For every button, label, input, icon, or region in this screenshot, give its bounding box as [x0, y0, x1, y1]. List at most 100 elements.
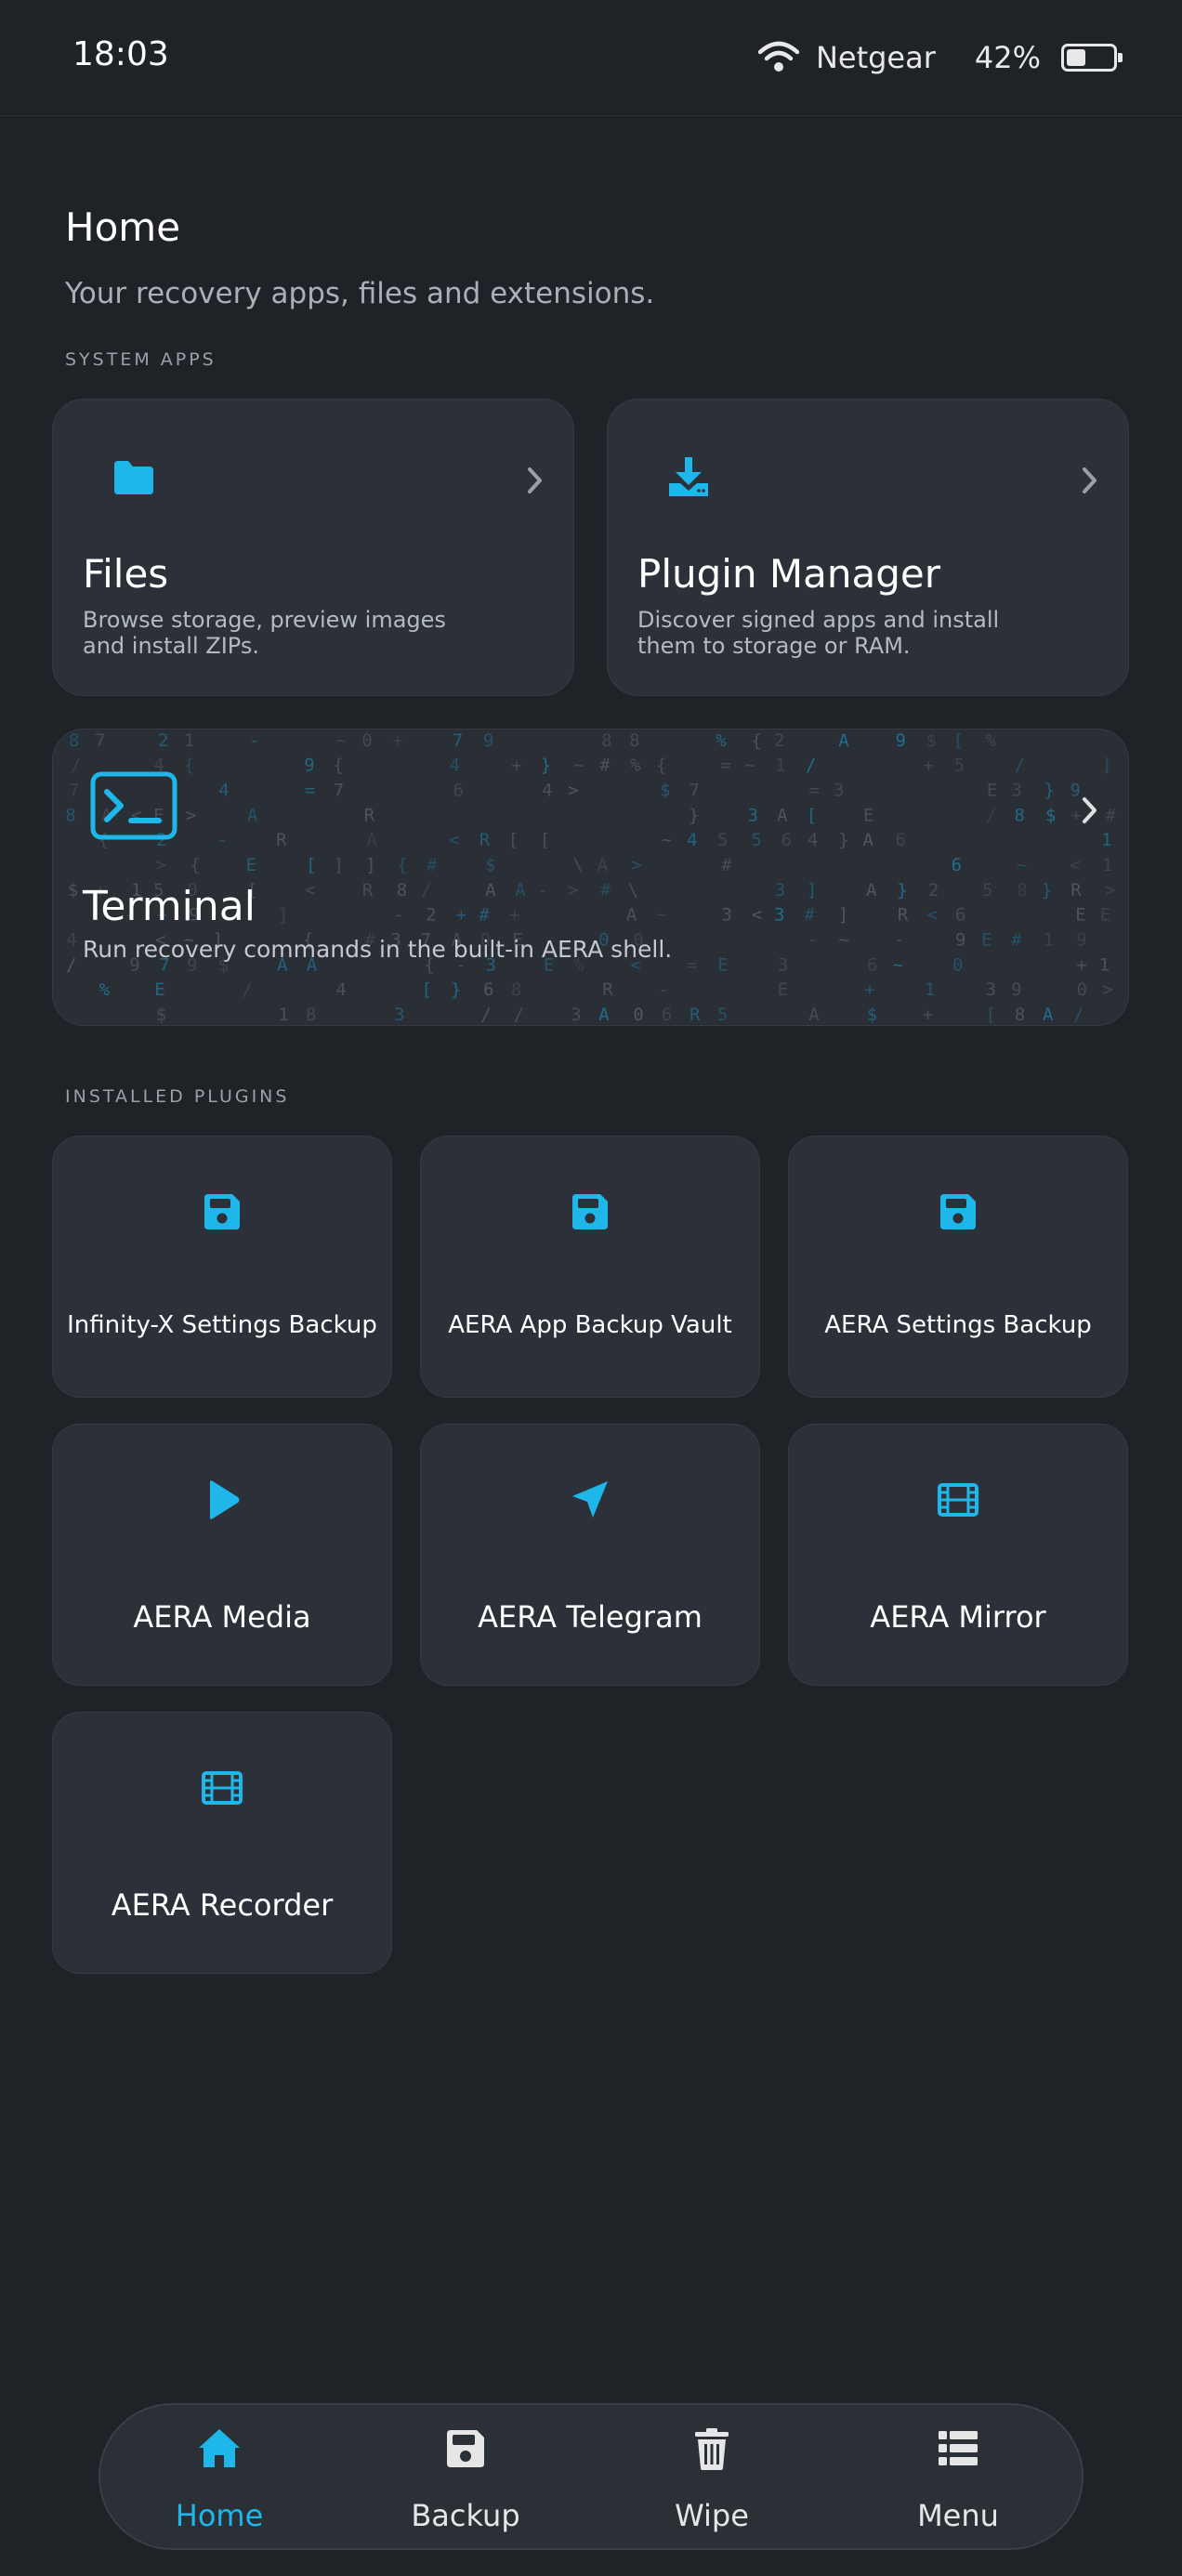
trash-icon: [695, 2428, 729, 2470]
svg-text:=: =: [305, 781, 315, 801]
svg-text:#: #: [721, 855, 732, 875]
svg-text:8: 8: [65, 805, 75, 825]
svg-text:/: /: [1015, 756, 1025, 776]
svg-text:2: 2: [426, 905, 436, 926]
svg-text:#: #: [1011, 930, 1022, 951]
svg-text:-: -: [808, 930, 818, 951]
plugin-manager-title: Plugin Manager: [637, 551, 941, 597]
svg-text:5: 5: [717, 1005, 728, 1025]
svg-text:A: A: [626, 905, 637, 926]
svg-text:4: 4: [335, 979, 346, 1000]
svg-text:\: \: [573, 855, 584, 875]
svg-text:1: 1: [1102, 855, 1112, 875]
svg-text:%: %: [99, 979, 111, 1000]
svg-text:A: A: [247, 805, 258, 825]
nav-item-wipe[interactable]: Wipe: [610, 2405, 814, 2548]
nav-item-home[interactable]: Home: [117, 2405, 322, 2548]
svg-text:/: /: [66, 954, 76, 975]
plugin-card-aera-telegram[interactable]: AERA Telegram: [420, 1424, 760, 1686]
svg-text:{: {: [333, 756, 343, 776]
svg-text:8: 8: [629, 730, 639, 751]
svg-text:R: R: [479, 830, 491, 850]
svg-text:#: #: [479, 905, 490, 926]
files-description: Browse storage, preview images and insta…: [83, 607, 510, 659]
svg-text:4: 4: [687, 830, 697, 850]
matrix-background: 8 7 2 1- ~0 +7 9 8 8%{2 A 9 $[%/4{9{4 +} ~ #%{= ~1/+5/]…: [65, 730, 1116, 1025]
svg-text:=: =: [809, 781, 820, 801]
svg-text:=: =: [687, 954, 697, 975]
svg-text:/: /: [514, 1005, 524, 1025]
svg-text:4: 4: [218, 781, 229, 801]
svg-text:#: #: [804, 905, 815, 926]
status-time: 18:03: [72, 35, 169, 73]
svg-text:A: A: [366, 830, 377, 850]
svg-text:3: 3: [778, 954, 788, 975]
files-description-line-2: and install ZIPs.: [83, 633, 259, 659]
svg-text:>: >: [186, 805, 196, 825]
terminal-title: Terminal: [83, 883, 256, 930]
svg-text:$: $: [926, 730, 936, 751]
svg-text:>: >: [568, 880, 578, 900]
svg-text:~: ~: [335, 730, 346, 751]
svg-text:~: ~: [744, 756, 755, 776]
wifi-icon: [757, 41, 799, 72]
svg-text:A: A: [485, 880, 496, 900]
terminal-card[interactable]: 8 7 2 1- ~0 +7 9 8 8%{2 A 9 $[%/4{9{4 +} ~ #%{= ~1/+5/]…: [52, 729, 1129, 1026]
svg-text:3: 3: [774, 905, 784, 926]
svg-text:4: 4: [66, 930, 76, 951]
plugin-manager-card[interactable]: Plugin Manager Discover signed apps and …: [607, 399, 1129, 696]
svg-text:6: 6: [895, 830, 905, 850]
svg-text:~: ~: [573, 756, 584, 776]
svg-text:<: <: [449, 830, 459, 850]
svg-text:/: /: [1073, 1005, 1084, 1025]
svg-text:R: R: [364, 805, 375, 825]
svg-text:6: 6: [781, 830, 792, 850]
section-label-installed-plugins: INSTALLED PLUGINS: [65, 1086, 290, 1107]
plugin-card-aera-mirror[interactable]: AERA Mirror: [788, 1424, 1128, 1686]
plugin-card-infinity-x-settings-backup[interactable]: Infinity-X Settings Backup: [52, 1136, 392, 1398]
svg-text:}: }: [541, 756, 551, 776]
play-icon: [210, 1480, 240, 1519]
svg-text:7: 7: [690, 781, 700, 801]
svg-text:~: ~: [662, 830, 672, 850]
svg-text:/: /: [421, 880, 431, 900]
svg-text:9: 9: [1076, 930, 1086, 951]
svg-text:/: /: [806, 756, 816, 776]
svg-text:0: 0: [361, 730, 372, 751]
files-card[interactable]: Files Browse storage, preview images and…: [52, 399, 574, 696]
nav-item-menu[interactable]: Menu: [856, 2405, 1060, 2548]
floppy-icon: [204, 1194, 240, 1229]
svg-text:6: 6: [952, 855, 962, 875]
home-icon: [199, 2429, 240, 2467]
svg-text:8: 8: [1015, 805, 1025, 825]
plugin-card-aera-settings-backup[interactable]: AERA Settings Backup: [788, 1136, 1128, 1398]
svg-text:0: 0: [633, 1005, 643, 1025]
svg-text:<: <: [752, 905, 762, 926]
svg-text:R: R: [1070, 880, 1082, 900]
section-label-system-apps: SYSTEM APPS: [65, 349, 217, 370]
svg-text:>: >: [631, 855, 641, 875]
svg-text:R: R: [898, 905, 909, 926]
nav-label-home: Home: [175, 2498, 264, 2533]
page-subtitle: Your recovery apps, files and extensions…: [65, 277, 655, 310]
svg-text:%: %: [986, 730, 997, 751]
svg-text:5: 5: [717, 830, 728, 850]
nav-item-backup[interactable]: Backup: [363, 2405, 568, 2548]
svg-text:R: R: [690, 1005, 701, 1025]
svg-text:R: R: [276, 830, 287, 850]
plugin-manager-description: Discover signed apps and install them to…: [637, 607, 1065, 659]
plugin-label: AERA App Backup Vault: [448, 1311, 732, 1339]
files-description-line-1: Browse storage, preview images: [83, 607, 446, 633]
plugin-card-aera-app-backup-vault[interactable]: AERA App Backup Vault: [420, 1136, 760, 1398]
svg-text:/: /: [71, 756, 81, 776]
plugin-card-aera-recorder[interactable]: AERA Recorder: [52, 1712, 392, 1974]
svg-text:=: =: [720, 756, 730, 776]
svg-text:7: 7: [453, 730, 463, 751]
svg-text:6: 6: [955, 905, 965, 926]
svg-text:+: +: [923, 1005, 933, 1025]
plugin-card-aera-media[interactable]: AERA Media: [52, 1424, 392, 1686]
svg-text:/: /: [986, 805, 996, 825]
svg-text:}: }: [1044, 781, 1054, 801]
network-name: Netgear: [815, 40, 936, 75]
svg-text:<: <: [1070, 855, 1080, 875]
